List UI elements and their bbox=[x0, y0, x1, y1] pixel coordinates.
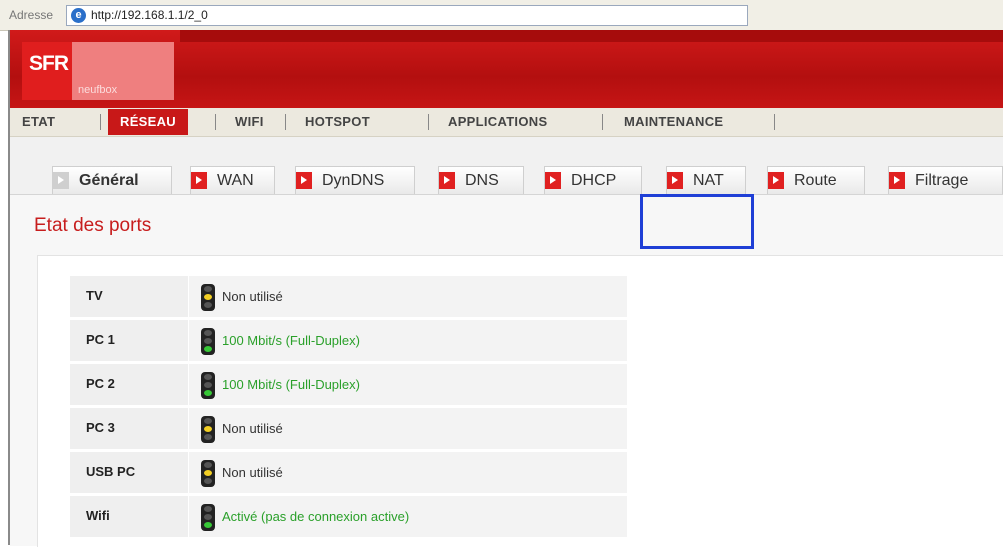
tab-label: Route bbox=[794, 172, 837, 189]
address-bar: Adresse e http://192.168.1.1/2_0 bbox=[0, 0, 1003, 31]
ports-table: TV Non utilisé PC 1 100 Mbit/s (Full-Dup… bbox=[70, 276, 627, 540]
ie-page-icon: e bbox=[71, 8, 86, 23]
url-text[interactable]: http://192.168.1.1/2_0 bbox=[91, 8, 208, 22]
port-status: Non utilisé bbox=[222, 289, 283, 304]
nav-separator bbox=[602, 114, 603, 130]
port-name: PC 2 bbox=[86, 376, 115, 391]
table-row: USB PC Non utilisé bbox=[70, 452, 627, 493]
traffic-light-icon bbox=[201, 416, 215, 443]
arrow-icon bbox=[53, 172, 69, 189]
table-row: PC 2 100 Mbit/s (Full-Duplex) bbox=[70, 364, 627, 405]
tab-dns[interactable]: DNS bbox=[438, 166, 524, 194]
nav-separator bbox=[428, 114, 429, 130]
arrow-icon bbox=[889, 172, 905, 189]
logo-subtitle: neufbox bbox=[78, 84, 118, 96]
tab-label: NAT bbox=[693, 172, 724, 189]
nav-reseau[interactable]: RÉSEAU bbox=[108, 109, 188, 135]
nav-hotspot[interactable]: HOTSPOT bbox=[305, 108, 370, 136]
sfr-logo: SFR neufbox bbox=[22, 42, 174, 100]
nav-separator bbox=[285, 114, 286, 130]
port-name: TV bbox=[86, 288, 103, 303]
traffic-light-icon bbox=[201, 284, 215, 311]
tab-label: WAN bbox=[217, 172, 254, 189]
router-page: SFR neufbox ETAT RÉSEAU WIFI HOTSPOT APP… bbox=[8, 30, 1003, 547]
arrow-icon bbox=[439, 172, 455, 189]
port-status-cell: 100 Mbit/s (Full-Duplex) bbox=[188, 320, 627, 361]
port-status-cell: 100 Mbit/s (Full-Duplex) bbox=[188, 364, 627, 405]
arrow-icon bbox=[667, 172, 683, 189]
tab-route[interactable]: Route bbox=[767, 166, 865, 194]
port-status-cell: Non utilisé bbox=[188, 408, 627, 449]
tab-wan[interactable]: WAN bbox=[190, 166, 275, 194]
tab-filtrage[interactable]: Filtrage bbox=[888, 166, 1003, 194]
table-row: Wifi Activé (pas de connexion active) bbox=[70, 496, 627, 537]
tab-label: Général bbox=[79, 172, 139, 189]
port-status-cell: Non utilisé bbox=[188, 452, 627, 493]
port-status: 100 Mbit/s (Full-Duplex) bbox=[222, 377, 360, 392]
port-status: 100 Mbit/s (Full-Duplex) bbox=[222, 333, 360, 348]
nav-separator bbox=[215, 114, 216, 130]
port-status-cell: Activé (pas de connexion active) bbox=[188, 496, 627, 537]
section-title: Etat des ports bbox=[34, 215, 152, 236]
nav-separator bbox=[774, 114, 775, 130]
port-name: PC 3 bbox=[86, 420, 115, 435]
tab-label: DynDNS bbox=[322, 172, 385, 189]
tab-dhcp[interactable]: DHCP bbox=[544, 166, 642, 194]
tab-general[interactable]: Général bbox=[52, 166, 172, 194]
traffic-light-icon bbox=[201, 328, 215, 355]
tab-nat[interactable]: NAT bbox=[666, 166, 746, 194]
traffic-light-icon bbox=[201, 460, 215, 487]
tab-label: Filtrage bbox=[915, 172, 969, 189]
nav-separator bbox=[100, 114, 101, 130]
arrow-icon bbox=[768, 172, 784, 189]
header-stripe bbox=[180, 30, 1003, 42]
traffic-light-icon bbox=[201, 372, 215, 399]
port-name: PC 1 bbox=[86, 332, 115, 347]
arrow-icon bbox=[545, 172, 561, 189]
logo-text: SFR bbox=[22, 42, 72, 100]
arrow-icon bbox=[296, 172, 312, 189]
port-name: Wifi bbox=[86, 508, 110, 523]
port-status: Non utilisé bbox=[222, 465, 283, 480]
nav-etat[interactable]: ETAT bbox=[22, 108, 55, 136]
table-row: PC 1 100 Mbit/s (Full-Duplex) bbox=[70, 320, 627, 361]
nav-wifi[interactable]: WIFI bbox=[235, 108, 264, 136]
tab-dyndns[interactable]: DynDNS bbox=[295, 166, 415, 194]
port-status-cell: Non utilisé bbox=[188, 276, 627, 317]
port-name: USB PC bbox=[86, 464, 136, 479]
arrow-icon bbox=[191, 172, 207, 189]
port-status: Non utilisé bbox=[222, 421, 283, 436]
tab-label: DHCP bbox=[571, 172, 617, 189]
nat-highlight-box bbox=[640, 194, 754, 249]
page-header: SFR neufbox bbox=[10, 30, 1003, 108]
nav-maintenance[interactable]: MAINTENANCE bbox=[624, 108, 723, 136]
nav-applications[interactable]: APPLICATIONS bbox=[448, 108, 547, 136]
table-row: TV Non utilisé bbox=[70, 276, 627, 317]
port-status: Activé (pas de connexion active) bbox=[222, 509, 410, 524]
tab-label: DNS bbox=[465, 172, 499, 189]
address-label: Adresse bbox=[9, 8, 54, 22]
url-input[interactable]: e http://192.168.1.1/2_0 bbox=[66, 5, 748, 26]
main-nav: ETAT RÉSEAU WIFI HOTSPOT APPLICATIONS MA… bbox=[10, 108, 1003, 137]
sub-tabs: Général WAN DynDNS DNS DHCP NAT Route Fi… bbox=[10, 136, 1003, 196]
table-row: PC 3 Non utilisé bbox=[70, 408, 627, 449]
traffic-light-icon bbox=[201, 504, 215, 531]
